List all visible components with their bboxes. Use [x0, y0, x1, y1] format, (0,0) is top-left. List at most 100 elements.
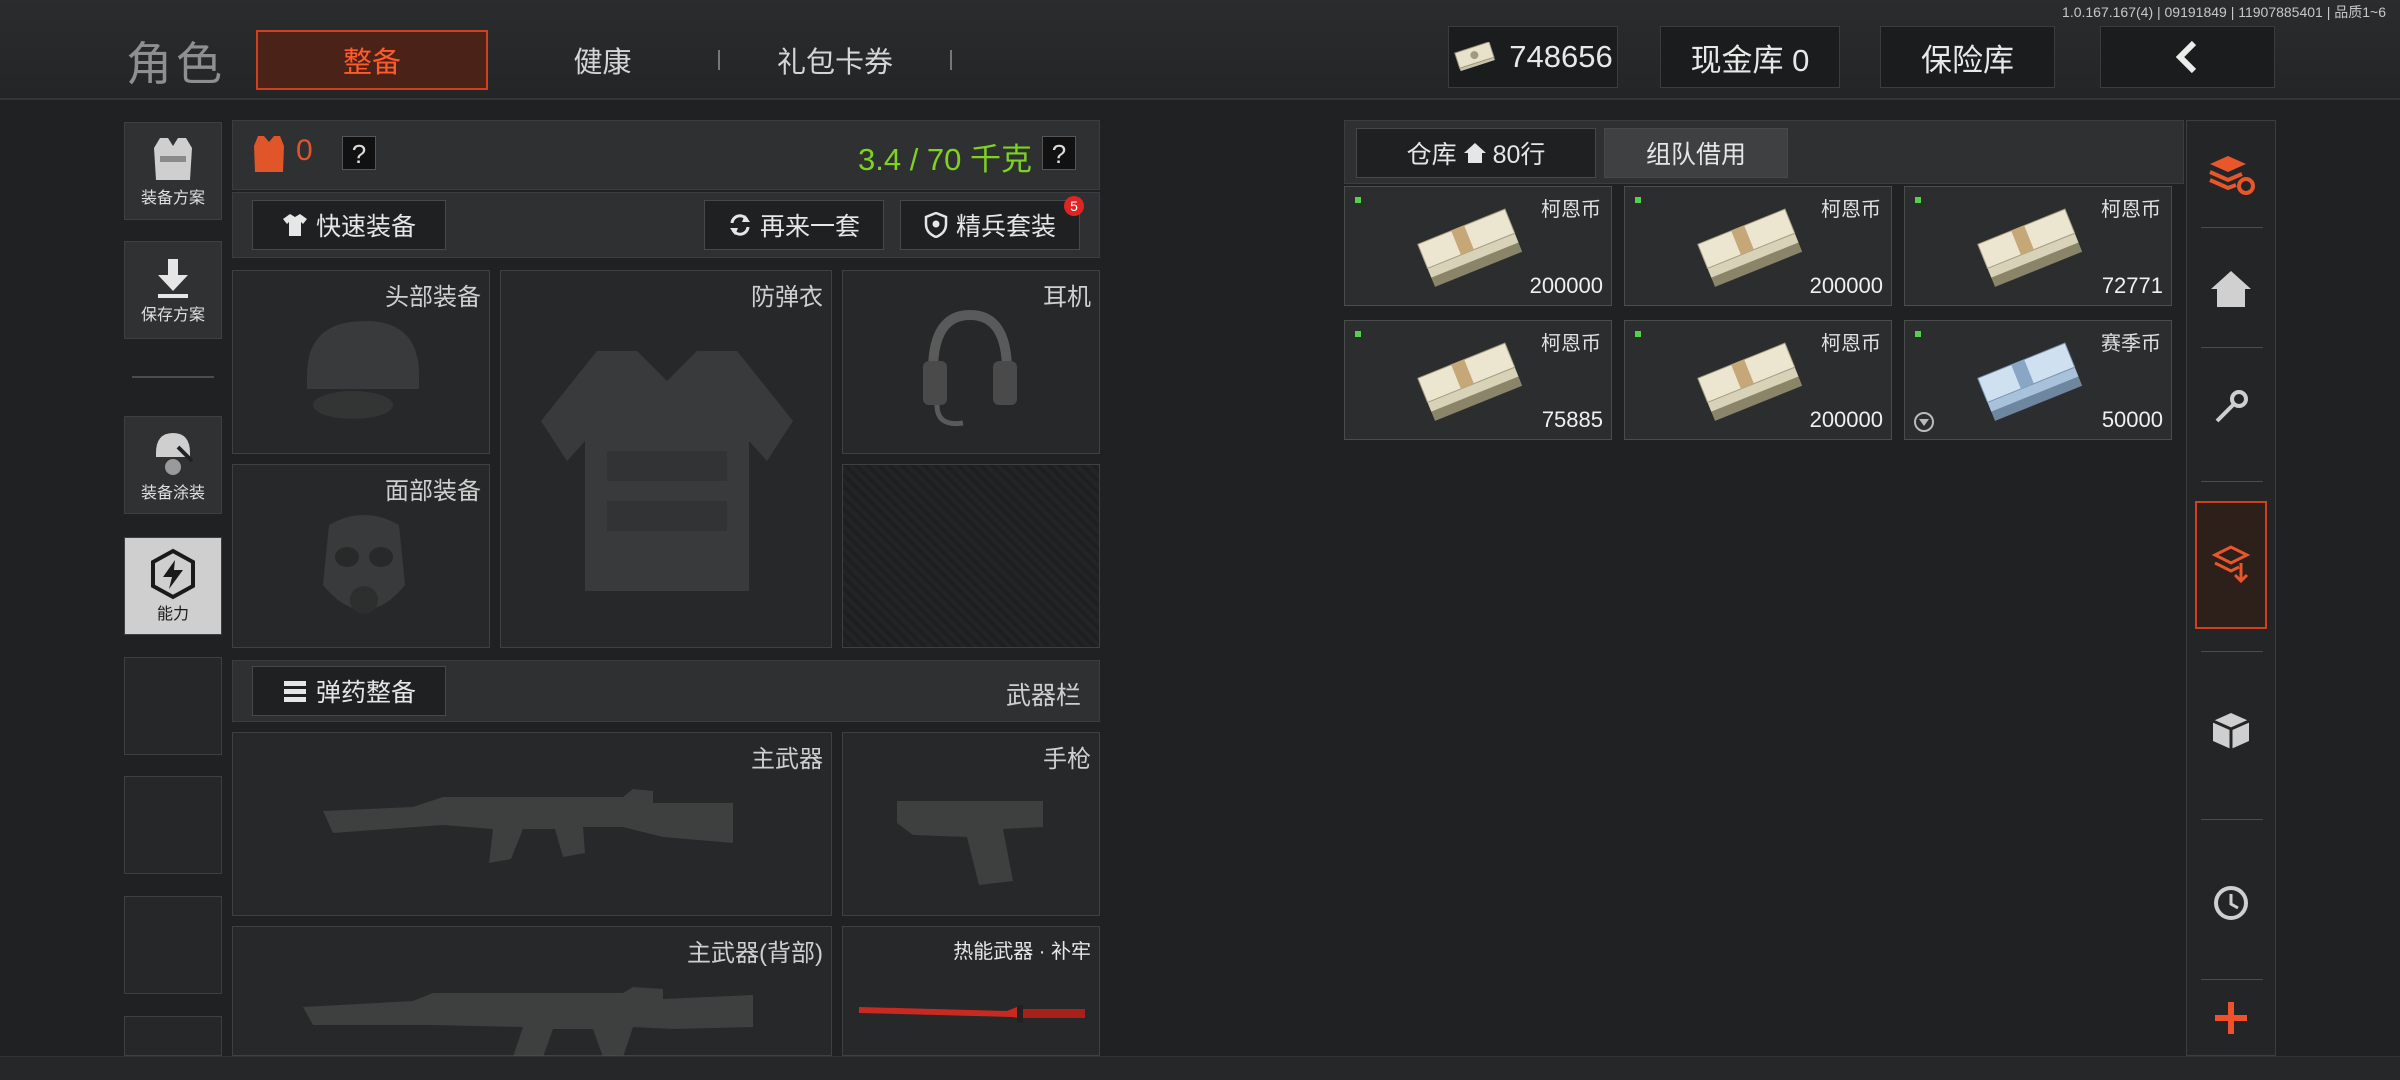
- sidebar-save-plan[interactable]: 保存方案: [124, 241, 222, 339]
- storage-item[interactable]: 柯恩币 200000: [1624, 186, 1892, 306]
- sidebar-empty-slot[interactable]: [124, 1016, 222, 1056]
- money-display[interactable]: 748656: [1448, 26, 1618, 88]
- quality-dot: [1355, 197, 1361, 203]
- elite-set-button[interactable]: 精兵套装: [900, 200, 1080, 250]
- ammo-icon: [283, 681, 306, 702]
- tab-divider: [950, 50, 952, 70]
- refresh-icon: [729, 214, 750, 236]
- item-name: 柯恩币: [1821, 199, 1881, 221]
- storage-item[interactable]: 柯恩币 72771: [1904, 186, 2172, 306]
- warehouse-rows: 80行: [1492, 141, 1546, 169]
- slot-face-gear[interactable]: 面部装备: [232, 464, 490, 648]
- equip-again-label: 再来一套: [759, 213, 860, 241]
- warehouse-tab[interactable]: 仓库 80行: [1356, 128, 1596, 178]
- team-borrow-tab[interactable]: 组队借用: [1604, 128, 1788, 178]
- slot-body-armor[interactable]: 防弹衣: [500, 270, 832, 648]
- slot-head-gear[interactable]: 头部装备: [232, 270, 490, 454]
- sidebar-empty-slot[interactable]: [124, 896, 222, 994]
- headset-icon: [923, 309, 1017, 427]
- sidebar-loadout-plan[interactable]: 装备方案: [124, 122, 222, 220]
- slot-back-weapon[interactable]: 主武器(背部): [232, 926, 832, 1057]
- slot-pistol[interactable]: 手枪: [842, 732, 1100, 916]
- equip-again-button[interactable]: 再来一套: [704, 200, 884, 250]
- rail-history-button[interactable]: [2187, 853, 2275, 953]
- right-rail: [2186, 120, 2276, 1056]
- rail-sort-button[interactable]: [2187, 131, 2275, 221]
- elite-set-badge: 5: [1064, 196, 1084, 216]
- version-text: 1.0.167.167(4) | 09191849 | 11907885401 …: [2062, 4, 2386, 20]
- back-rifle-silhouette-icon: [303, 987, 753, 1057]
- item-count: 50000: [2101, 407, 2163, 432]
- key-icon: [2215, 390, 2248, 423]
- armor-help-button[interactable]: ?: [342, 136, 376, 170]
- rail-divider: [2201, 481, 2263, 482]
- sidebar-divider: [132, 376, 214, 378]
- sidebar-label: 能力: [156, 606, 189, 623]
- safe-button[interactable]: 保险库: [1880, 26, 2055, 88]
- rail-box-button[interactable]: [2187, 681, 2275, 781]
- quick-equip-label: 快速装备: [315, 213, 416, 241]
- rifle-silhouette-icon: [323, 789, 733, 863]
- storage-item[interactable]: 赛季币 50000: [1904, 320, 2172, 440]
- rail-divider: [2201, 347, 2263, 348]
- sidebar-empty-slot[interactable]: [124, 776, 222, 874]
- rail-transfer-button[interactable]: [2195, 501, 2267, 629]
- weight-value: 3.4 / 70 千克: [858, 142, 1033, 177]
- gas-mask-icon: [323, 515, 405, 614]
- slot-label: 防弹衣: [751, 284, 823, 311]
- sidebar-label: 装备方案: [140, 190, 205, 207]
- cash-stack-icon: [1417, 208, 1523, 287]
- sidebar-empty-slot[interactable]: [124, 657, 222, 755]
- item-name: 赛季币: [2101, 333, 2161, 355]
- rail-divider: [2201, 227, 2263, 228]
- rail-home-button[interactable]: [2187, 239, 2275, 339]
- tab-equip[interactable]: 整备: [256, 30, 488, 90]
- layers-refresh-icon: [2209, 156, 2255, 195]
- ammo-prep-button[interactable]: 弹药整备: [252, 666, 446, 716]
- armor-icon: [254, 136, 284, 172]
- item-name: 柯恩币: [2101, 199, 2161, 221]
- tab-gift-cards[interactable]: 礼包卡券: [730, 30, 940, 90]
- slot-melee[interactable]: 热能武器 · 补牢: [842, 926, 1100, 1056]
- quick-equip-button[interactable]: 快速装备: [252, 200, 446, 250]
- home-icon: [1463, 143, 1486, 163]
- helmet-silhouette-icon: [307, 321, 419, 419]
- vest-icon: [154, 138, 192, 180]
- item-count: 200000: [1529, 273, 1603, 298]
- cash-stack-icon: [1417, 342, 1523, 421]
- pistol-silhouette-icon: [897, 801, 1043, 885]
- transfer-down-icon: [2211, 545, 2251, 584]
- slot-empty[interactable]: [842, 464, 1100, 648]
- storage-item[interactable]: 柯恩币 75885: [1344, 320, 1612, 440]
- cash-stack-icon: [1697, 208, 1803, 287]
- box-icon: [2212, 713, 2250, 749]
- bottom-strip: [0, 1056, 2400, 1080]
- weight-help-button[interactable]: ?: [1042, 136, 1076, 170]
- slot-label: 手枪: [1043, 746, 1091, 773]
- cash-vault-button[interactable]: 现金库 0: [1660, 26, 1840, 88]
- slot-primary-weapon[interactable]: 主武器: [232, 732, 832, 916]
- storage-item[interactable]: 柯恩币 200000: [1624, 320, 1892, 440]
- shirt-icon: [282, 214, 307, 236]
- money-value: 748656: [1509, 39, 1613, 74]
- tab-health[interactable]: 健康: [500, 30, 705, 90]
- quality-dot: [1355, 331, 1361, 337]
- slot-headset[interactable]: 耳机: [842, 270, 1100, 454]
- rail-divider: [2201, 979, 2263, 980]
- back-button[interactable]: [2100, 26, 2275, 88]
- item-name: 柯恩币: [1541, 199, 1601, 221]
- katana-icon: [859, 1005, 1085, 1023]
- elite-set-label: 精兵套装: [955, 213, 1056, 241]
- body-armor-silhouette-icon: [541, 351, 793, 591]
- quality-dot: [1635, 331, 1641, 337]
- rail-add-button[interactable]: [2187, 983, 2275, 1053]
- rail-key-button[interactable]: [2187, 357, 2275, 457]
- sidebar-skins[interactable]: 装备涂装: [124, 416, 222, 514]
- item-name: 柯恩币: [1541, 333, 1601, 355]
- warehouse-label: 仓库: [1406, 141, 1457, 169]
- storage-item[interactable]: 柯恩币 200000: [1344, 186, 1612, 306]
- sidebar-ability[interactable]: 能力: [124, 537, 222, 635]
- bound-badge-icon: [1914, 412, 1934, 432]
- weapon-bar-label: 武器栏: [1006, 682, 1082, 710]
- quality-dot: [1915, 331, 1921, 337]
